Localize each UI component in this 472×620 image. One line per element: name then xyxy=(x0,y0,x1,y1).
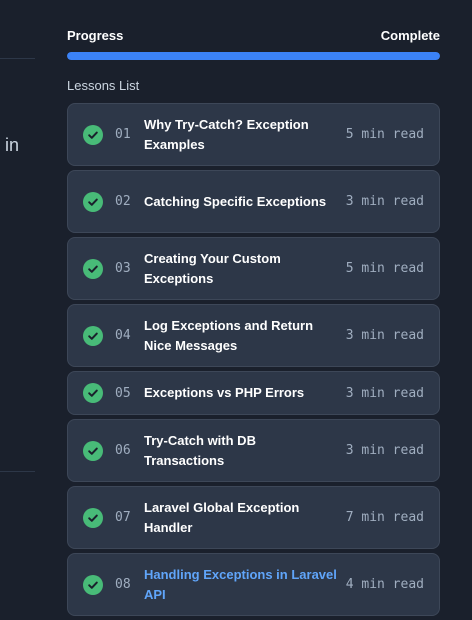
lesson-read-time: 7 min read xyxy=(345,510,424,525)
lesson-item[interactable]: 06 Try-Catch with DB Transactions 3 min re… xyxy=(67,419,440,482)
check-circle-icon xyxy=(83,574,103,595)
lesson-title[interactable]: Handling Exceptions in Laravel API xyxy=(144,565,346,605)
lesson-number: 04 xyxy=(115,328,131,343)
left-divider-bottom xyxy=(0,471,35,472)
lesson-number: 01 xyxy=(115,127,131,142)
lesson-item[interactable]: 04 Log Exceptions and Return Nice Message… xyxy=(67,304,440,367)
lesson-read-time: 4 min read xyxy=(345,577,424,592)
lesson-title: Log Exceptions and Return Nice Messages xyxy=(144,317,314,353)
lesson-title: Laravel Global Exception Handler xyxy=(144,499,300,535)
lesson-read-time: 3 min read xyxy=(345,443,424,458)
lessons-list-title: Lessons List xyxy=(67,78,140,93)
check-circle-icon xyxy=(83,325,103,346)
lesson-number: 06 xyxy=(115,443,131,458)
left-divider-top xyxy=(0,58,35,59)
lesson-read-time: 5 min read xyxy=(345,261,424,276)
lesson-item[interactable]: 03 Creating Your Custom Exceptions 5 min r… xyxy=(67,237,440,300)
lesson-number: 02 xyxy=(115,194,131,209)
lesson-item[interactable]: 08 Handling Exceptions in Laravel API 4 mi… xyxy=(67,553,440,616)
lesson-title: Try-Catch with DB Transactions xyxy=(144,432,256,468)
lesson-item[interactable]: 05 Exceptions vs PHP Errors 3 min read xyxy=(67,371,440,415)
lesson-number: 07 xyxy=(115,510,131,525)
progress-bar-fill xyxy=(67,52,440,60)
check-circle-icon xyxy=(83,124,103,145)
lesson-read-time: 3 min read xyxy=(345,385,424,401)
lesson-title: Creating Your Custom Exceptions xyxy=(144,250,281,286)
lesson-title: Why Try-Catch? Exception Examples xyxy=(144,116,309,152)
lesson-sidebar: Progress Complete Lessons List 01 Why Try… xyxy=(67,26,440,620)
progress-label: Progress xyxy=(67,27,124,43)
progress-status: Complete xyxy=(380,27,440,43)
lesson-read-time: 5 min read xyxy=(345,127,424,142)
progress-bar xyxy=(67,52,440,60)
lesson-title: Exceptions vs PHP Errors xyxy=(144,385,305,400)
left-partial-text: in xyxy=(5,135,20,155)
lesson-read-time: 3 min read xyxy=(345,328,424,343)
lesson-item[interactable]: 01 Why Try-Catch? Exception Examples 5 min… xyxy=(67,103,440,166)
check-circle-icon xyxy=(83,191,103,212)
lesson-number: 05 xyxy=(115,385,131,401)
progress-header: Progress Complete xyxy=(67,26,440,44)
lesson-item[interactable]: 07 Laravel Global Exception Handler 7 min … xyxy=(67,486,440,549)
lesson-title: Catching Specific Exceptions xyxy=(144,193,327,209)
lessons-list: 01 Why Try-Catch? Exception Examples 5 min… xyxy=(67,103,440,616)
lesson-number: 03 xyxy=(115,261,131,276)
check-circle-icon xyxy=(83,440,103,461)
lesson-read-time: 3 min read xyxy=(345,194,424,209)
lesson-number: 08 xyxy=(115,577,131,592)
check-circle-icon xyxy=(83,383,103,403)
lesson-item[interactable]: 02 Catching Specific Exceptions 3 min read xyxy=(67,170,440,233)
check-circle-icon xyxy=(83,258,103,279)
check-circle-icon xyxy=(83,507,103,528)
